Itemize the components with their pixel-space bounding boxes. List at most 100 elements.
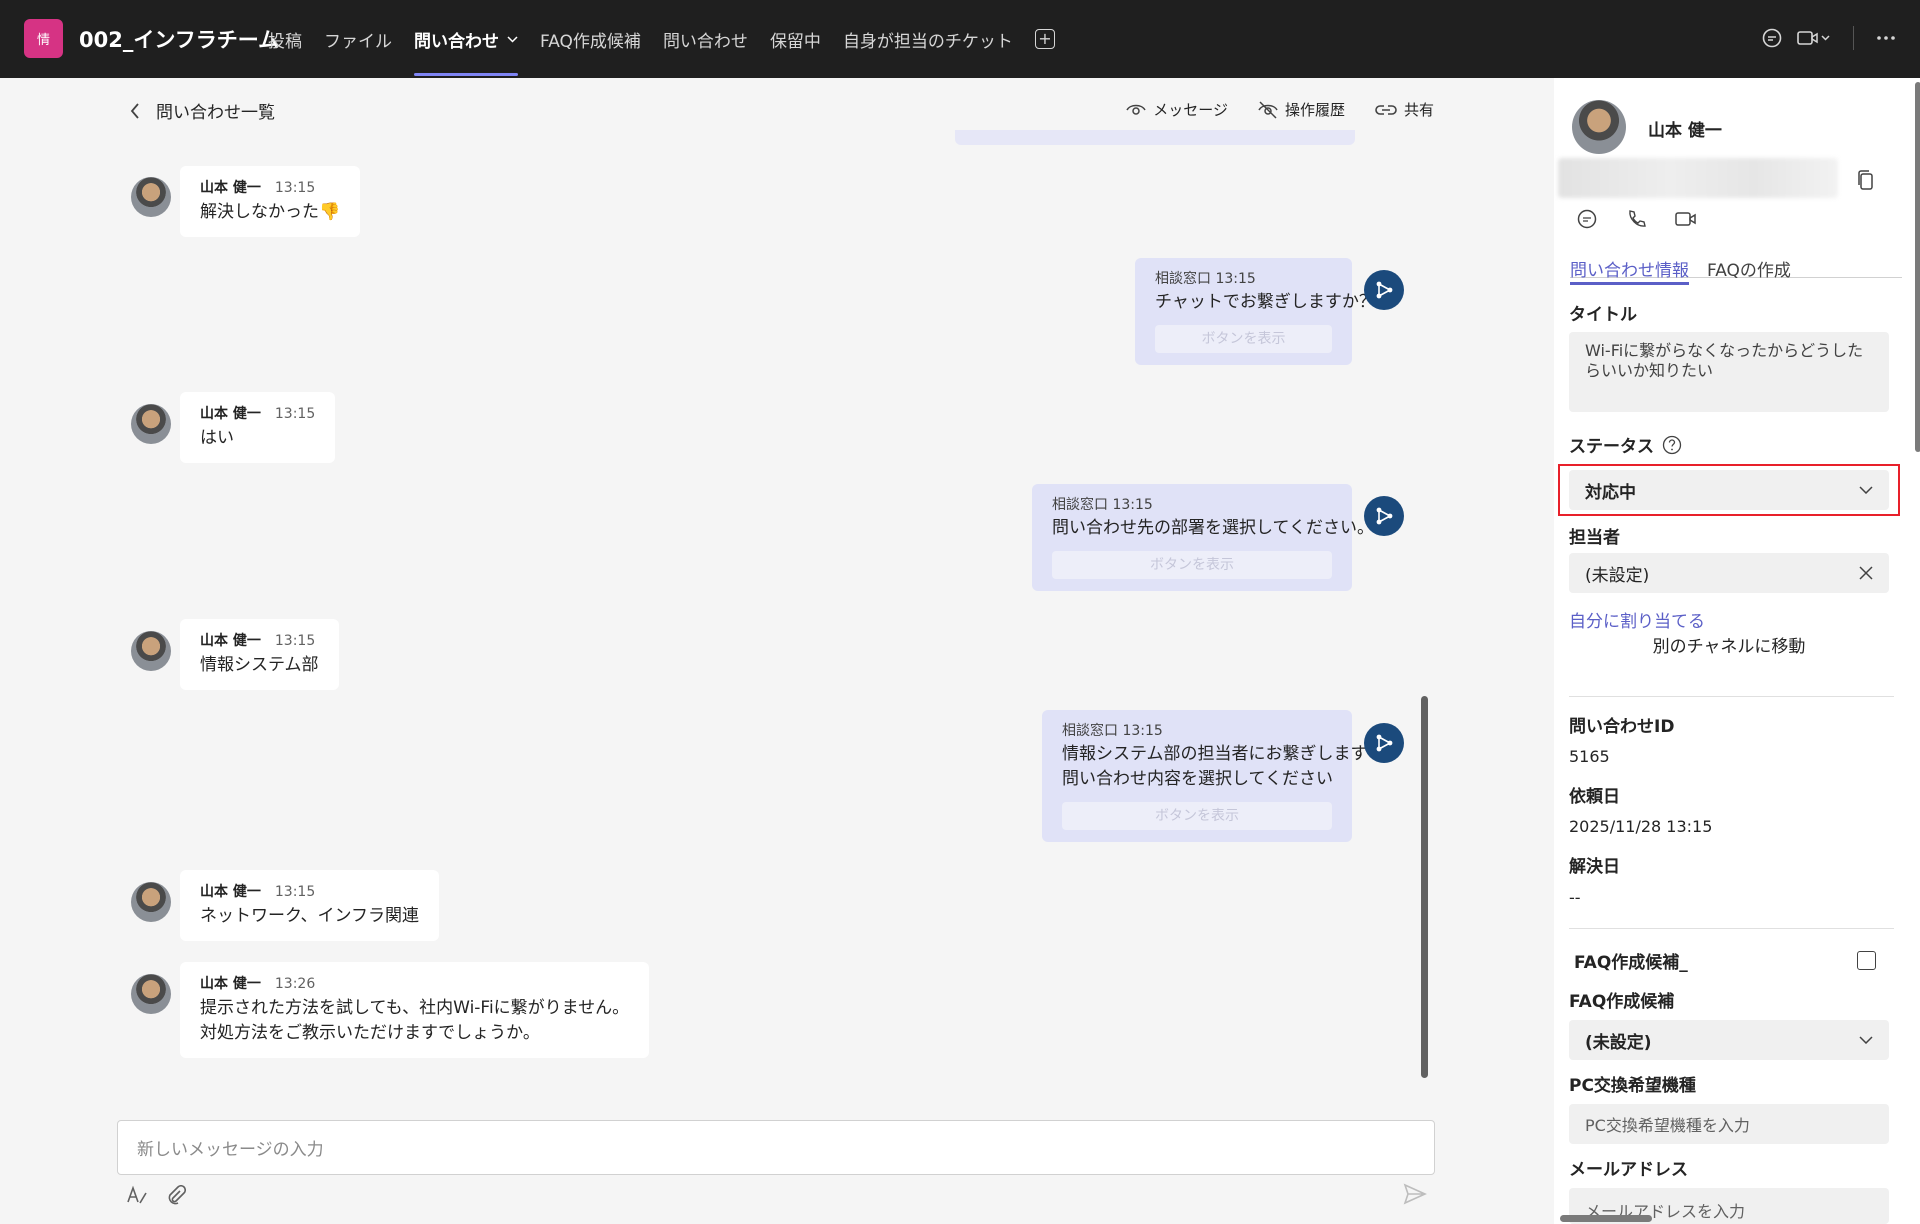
back-label[interactable]: 問い合わせ一覧 [156, 98, 275, 123]
assign-to-me-link[interactable]: 自分に割り当てる [1569, 607, 1705, 632]
status-label-row: ステータス [1569, 432, 1682, 457]
user-name: 山本 健一 [1648, 121, 1722, 141]
move-channel-button[interactable]: 別のチャネルに移動 [1569, 632, 1889, 657]
chevron-left-icon[interactable] [130, 102, 140, 119]
resolve-date-label: 解決日 [1569, 857, 1620, 877]
email-label: メールアドレス [1569, 1160, 1688, 1180]
share-button[interactable]: 共有 [1375, 99, 1434, 120]
chevron-down-icon [1859, 1036, 1873, 1044]
inquiry-id-label: 問い合わせID [1569, 717, 1675, 737]
avatar[interactable] [131, 177, 171, 217]
previous-message-edge [955, 130, 1355, 145]
panel-scrollbar[interactable] [1915, 82, 1920, 452]
faq-candidate-label: FAQ作成候補 [1569, 992, 1675, 1012]
tab-faq-candidates[interactable]: FAQ作成候補 [540, 0, 641, 78]
status-dropdown[interactable]: 対応中 [1569, 470, 1889, 510]
channel-tabs: 投稿 ファイル 問い合わせ FAQ作成候補 問い合わせ 保留中 自身が担当のチケ… [268, 0, 1055, 78]
bot-message: 相談窓口 13:15 情報システム部の担当者にお繋ぎします 問い合わせ内容を選択… [1042, 710, 1368, 842]
tab-inquiry-info[interactable]: 問い合わせ情報 [1570, 256, 1689, 285]
contact-actions [1576, 208, 1698, 230]
avatar[interactable] [131, 631, 171, 671]
video-icon[interactable] [1674, 208, 1698, 230]
more-options-icon[interactable] [1876, 35, 1896, 41]
bot-message: 相談窓口 13:15 チャットでお繋ぎしますか？ ボタンを表示 [1135, 258, 1376, 365]
assignee-field[interactable]: (未設定) [1569, 553, 1889, 593]
faq-candidate-value: (未設定) [1585, 1032, 1652, 1053]
panel-horizontal-scrollbar[interactable] [1560, 1215, 1652, 1222]
chevron-down-icon[interactable] [507, 35, 518, 43]
inquiry-id-value: 5165 [1569, 747, 1610, 766]
resolve-date-value: -- [1569, 888, 1581, 907]
team-name: 002_インフラチーム [79, 28, 280, 52]
tab-files[interactable]: ファイル [324, 0, 392, 78]
request-date-value: 2025/11/28 13:15 [1569, 817, 1713, 836]
faq-candidate-check-label: FAQ作成候補_ [1574, 953, 1688, 973]
chat-icon[interactable] [1761, 27, 1783, 49]
app-header: 情 002_インフラチーム 投稿 ファイル 問い合わせ FAQ作成候補 問い合わ… [0, 0, 1920, 78]
request-date-label: 依頼日 [1569, 787, 1620, 807]
show-buttons-button[interactable]: ボタンを表示 [1155, 325, 1332, 353]
avatar[interactable] [1572, 100, 1626, 154]
pc-model-label: PC交換希望機種 [1569, 1076, 1696, 1096]
avatar[interactable] [131, 974, 171, 1014]
eye-icon [1126, 103, 1146, 117]
title-label: タイトル [1569, 305, 1637, 325]
user-message: 山本 健一 13:15 はい [180, 392, 336, 463]
faq-candidate-dropdown[interactable]: (未設定) [1569, 1020, 1889, 1060]
title-textarea[interactable]: Wi-Fiに繋がらなくなったからどうしたらいいか知りたい [1569, 332, 1889, 412]
attach-icon[interactable] [166, 1185, 186, 1205]
message-compose-input[interactable]: 新しいメッセージの入力 [117, 1120, 1435, 1175]
show-buttons-button[interactable]: ボタンを表示 [1062, 802, 1332, 830]
divider [1569, 928, 1894, 929]
user-message: 山本 健一 13:15 情報システム部 [180, 619, 339, 690]
tab-on-hold[interactable]: 保留中 [770, 0, 821, 78]
share-label: 共有 [1403, 101, 1434, 119]
blurred-email [1558, 158, 1838, 198]
compose-toolbar [126, 1185, 186, 1205]
panel-tabs: 問い合わせ情報 FAQの作成 [1570, 256, 1902, 285]
video-call-icon[interactable] [1797, 29, 1831, 47]
tab-my-tickets[interactable]: 自身が担当のチケット [843, 0, 1013, 78]
faq-candidate-checkbox[interactable] [1857, 951, 1876, 970]
format-icon[interactable] [126, 1185, 148, 1205]
messages-label: メッセージ [1153, 101, 1228, 119]
user-message: 山本 健一 13:26 提示された方法を試しても、社内Wi-Fiに繋がりません。 … [180, 962, 650, 1058]
header-actions [1761, 26, 1896, 50]
eye-off-icon [1258, 100, 1278, 119]
team-avatar[interactable]: 情 [24, 19, 63, 58]
bot-avatar[interactable] [1364, 496, 1404, 536]
phone-icon[interactable] [1625, 208, 1647, 230]
status-value: 対応中 [1585, 482, 1636, 503]
chat-icon[interactable] [1576, 208, 1598, 230]
add-tab-icon[interactable]: + [1034, 29, 1055, 49]
tab-inquiries-2[interactable]: 問い合わせ [663, 0, 748, 78]
divider [1853, 26, 1854, 50]
back-to-list[interactable]: 問い合わせ一覧 [130, 98, 275, 123]
details-panel: 山本 健一 問い合わせ情報 FAQの作成 タイトル Wi-Fiに繋がらなくなった… [1554, 78, 1920, 1224]
status-label: ステータス [1569, 437, 1654, 457]
user-message: 山本 健一 13:15 ネットワーク、インフラ関連 [180, 870, 439, 941]
show-buttons-button[interactable]: ボタンを表示 [1052, 551, 1332, 579]
assignee-value: (未設定) [1585, 565, 1650, 586]
copy-icon[interactable] [1856, 169, 1874, 191]
user-message: 山本 健一 13:15 解決しなかった👎 [180, 166, 361, 237]
help-icon[interactable] [1662, 435, 1682, 455]
bot-message: 相談窓口 13:15 問い合わせ先の部署を選択してください。 ボタンを表示 [1032, 484, 1374, 591]
chevron-down-icon [1859, 486, 1873, 494]
send-icon[interactable] [1403, 1183, 1427, 1205]
assignee-label: 担当者 [1569, 528, 1620, 548]
link-icon [1375, 104, 1397, 116]
chat-scrollbar[interactable] [1421, 696, 1428, 1078]
tab-posts[interactable]: 投稿 [268, 0, 302, 78]
history-button[interactable]: 操作履歴 [1258, 99, 1345, 120]
bot-avatar[interactable] [1364, 270, 1404, 310]
clear-icon[interactable] [1859, 566, 1873, 580]
tab-create-faq[interactable]: FAQの作成 [1707, 256, 1791, 281]
conversation-actions: メッセージ 操作履歴 共有 [1126, 99, 1434, 120]
tab-inquiries[interactable]: 問い合わせ [414, 0, 518, 78]
bot-avatar[interactable] [1364, 723, 1404, 763]
avatar[interactable] [131, 404, 171, 444]
messages-button[interactable]: メッセージ [1126, 99, 1228, 120]
avatar[interactable] [131, 882, 171, 922]
pc-model-input[interactable]: PC交換希望機種を入力 [1569, 1104, 1889, 1144]
